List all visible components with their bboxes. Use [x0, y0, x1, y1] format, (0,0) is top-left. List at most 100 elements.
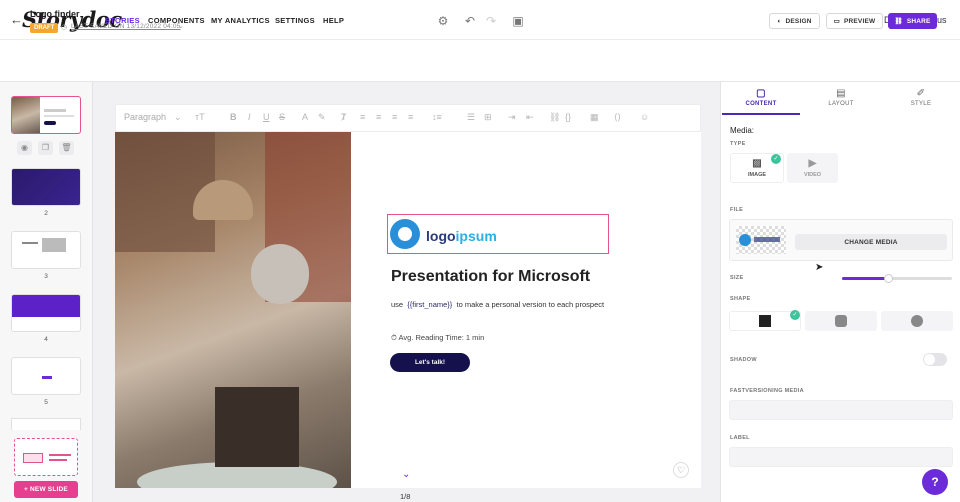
shape-rounded-option[interactable]	[805, 311, 877, 331]
file-label: FILE	[730, 207, 744, 213]
square-shape-icon	[759, 315, 771, 327]
fastversioning-label: FASTVERSIONING MEDIA	[730, 388, 804, 394]
shape-circle-option[interactable]	[881, 311, 953, 331]
shadow-label: SHADOW	[730, 357, 757, 363]
link-icon: ⛓	[894, 18, 903, 25]
help-button[interactable]: ?	[922, 469, 948, 495]
slide-number: 2	[44, 210, 48, 217]
new-slide-button[interactable]: + NEW SLIDE	[14, 481, 78, 498]
document-icon: ▢	[756, 88, 766, 99]
tab-content[interactable]: ▢ CONTENT	[721, 88, 801, 107]
align-right-icon[interactable]: ≡	[392, 112, 397, 122]
last-saved-status[interactable]: LAST SAVED ON 13/12/2022 04:05	[71, 23, 180, 30]
active-tab-indicator	[722, 113, 800, 115]
bold-icon[interactable]: B	[230, 112, 237, 122]
nav-my-analytics[interactable]: MY ANALYTICS	[211, 16, 270, 25]
delete-trash-icon[interactable]: 🗑	[59, 141, 74, 155]
monitor-icon: ▭	[833, 18, 840, 25]
shape-label: SHAPE	[730, 296, 751, 302]
slide-thumbnail-4[interactable]	[11, 294, 81, 332]
logo-mark-icon	[390, 219, 420, 249]
size-slider-fill	[842, 277, 889, 280]
tab-layout[interactable]: ▤ LAYOUT	[801, 88, 881, 107]
underline-icon[interactable]: U	[263, 112, 270, 122]
slide-thumbnail-5[interactable]	[11, 357, 81, 395]
align-left-icon[interactable]: ≡	[360, 112, 365, 122]
video-camera-icon: ▶	[808, 158, 817, 169]
image-icon: ▨	[752, 158, 762, 169]
size-label: SIZE	[730, 275, 744, 281]
chevron-down-icon[interactable]: ⌄	[174, 112, 182, 123]
fastversioning-media-input[interactable]	[729, 400, 953, 420]
bullet-list-icon[interactable]: ☰	[467, 112, 475, 123]
brush-icon: ✐	[916, 88, 926, 99]
italic-icon[interactable]: I	[248, 112, 251, 122]
slide-thumbnail-2[interactable]	[11, 168, 81, 206]
slide-thumbnail-1[interactable]	[11, 96, 81, 134]
check-icon: ✓	[771, 154, 781, 164]
file-thumbnail	[736, 226, 786, 254]
code-icon[interactable]: ⟨⟩	[614, 112, 621, 123]
text-color-icon[interactable]: A	[302, 112, 308, 122]
variable-icon[interactable]: {}	[565, 112, 571, 122]
paragraph-style-select[interactable]: Paragraph	[124, 112, 166, 122]
table-icon[interactable]: ▦	[590, 112, 599, 123]
outdent-icon[interactable]: ⇤	[526, 112, 534, 123]
slide-title[interactable]: Presentation for Microsoft	[391, 268, 590, 286]
share-button[interactable]: ⛓ SHARE	[888, 13, 937, 29]
document-title[interactable]: Logo finder	[30, 9, 80, 19]
shadow-toggle[interactable]	[923, 353, 947, 366]
personalization-variable[interactable]: {{first_name}}	[407, 300, 452, 309]
slide-thumbnail-6[interactable]	[11, 418, 81, 430]
chevron-down-icon[interactable]: ⌄	[402, 469, 410, 480]
check-icon: ✓	[790, 310, 800, 320]
nav-help[interactable]: HELP	[323, 16, 344, 25]
properties-panel	[720, 82, 960, 502]
clock-icon: ◷	[61, 24, 68, 31]
numbered-list-icon[interactable]: ⊞	[484, 112, 492, 123]
font-size-icon[interactable]: ᴛT	[195, 112, 205, 122]
logo-wordmark: logoipsum	[426, 228, 497, 244]
slide-thumbnail-3[interactable]	[11, 231, 81, 269]
document-header	[0, 40, 960, 82]
change-media-button[interactable]: CHANGE MEDIA	[795, 234, 947, 250]
emoji-icon[interactable]: ☺	[640, 112, 649, 122]
highlight-icon[interactable]: ✎	[318, 112, 326, 123]
undo-icon[interactable]: ↶	[463, 14, 477, 28]
type-video-option[interactable]: ▶ VIDEO	[787, 153, 838, 183]
redo-icon[interactable]: ↷	[484, 14, 498, 28]
line-height-icon[interactable]: ↕≡	[432, 112, 442, 122]
draft-badge: DRAFT	[30, 23, 59, 33]
link-icon[interactable]: ⛓	[549, 112, 560, 123]
cta-button[interactable]: Let's talk!	[390, 353, 470, 372]
circle-shape-icon	[911, 315, 923, 327]
slide-number: 3	[44, 273, 48, 280]
label-label: LABEL	[730, 435, 750, 441]
align-center-icon[interactable]: ≡	[376, 112, 381, 122]
indent-icon[interactable]: ⇥	[508, 112, 516, 123]
align-justify-icon[interactable]: ≡	[408, 112, 413, 122]
settings-gear-icon[interactable]: ⚙	[436, 14, 450, 28]
reading-time: ⏱ Avg. Reading Time: 1 min	[391, 333, 485, 342]
media-label: Media:	[730, 126, 755, 135]
new-slide-placeholder[interactable]	[14, 438, 78, 476]
chevron-down-icon[interactable]: ⌄	[178, 22, 184, 30]
mouse-cursor-icon: ➤	[815, 262, 824, 273]
slide-photo[interactable]	[115, 132, 351, 488]
back-arrow-icon[interactable]: ←	[10, 12, 23, 27]
heart-icon[interactable]: ♡	[673, 462, 689, 478]
preview-eye-icon[interactable]: ◉	[17, 141, 32, 155]
save-icon[interactable]: ▣	[511, 14, 525, 28]
label-input[interactable]	[729, 447, 953, 467]
strikethrough-icon[interactable]: S	[279, 112, 285, 122]
preview-button[interactable]: ▭ PREVIEW	[826, 13, 883, 29]
rounded-shape-icon	[835, 315, 847, 327]
logo-image-selected[interactable]	[387, 214, 609, 254]
tab-style[interactable]: ✐ STYLE	[881, 88, 960, 107]
clear-format-icon[interactable]: Ⱦ	[341, 112, 347, 122]
design-button[interactable]: ◐ DESIGN	[769, 13, 820, 29]
nav-settings[interactable]: SETTINGS	[275, 16, 315, 25]
duplicate-icon[interactable]: ❐	[38, 141, 53, 155]
page-indicator: 1/8	[400, 492, 411, 501]
slide-subtitle[interactable]: use {{first_name}} to make a personal ve…	[391, 300, 604, 309]
